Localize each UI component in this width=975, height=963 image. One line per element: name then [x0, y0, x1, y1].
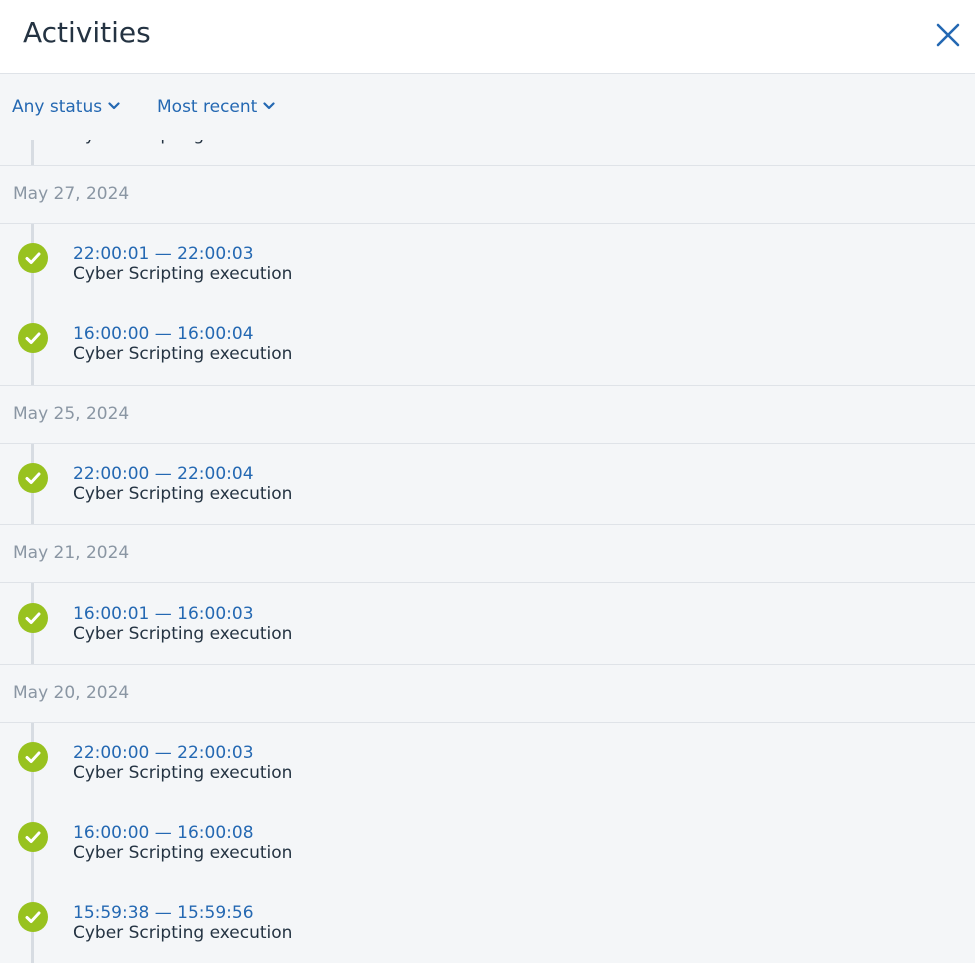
- status-filter-label: Any status: [12, 97, 103, 117]
- date-label: May 21, 2024: [13, 543, 130, 563]
- activity-item[interactable]: 22:00:00 — 22:00:03 Cyber Scripting exec…: [0, 723, 975, 803]
- activity-time-range[interactable]: 16:00:01 — 16:00:03: [73, 604, 254, 624]
- activity-item[interactable]: 16:00:01 — 16:00:03 Cyber Scripting exec…: [0, 584, 975, 664]
- activity-description: Cyber Scripting execution: [73, 624, 293, 644]
- activity-description: Cyber Scripting execution: [73, 264, 293, 284]
- sort-dropdown[interactable]: Most recent: [157, 96, 275, 118]
- activity-description: Cyber Scripting execution: [73, 763, 293, 783]
- activity-description: Cyber Scripting execution: [73, 923, 293, 943]
- activity-description: Cyber Scripting execution: [73, 843, 293, 863]
- success-check-icon: [18, 243, 48, 273]
- sort-label: Most recent: [157, 97, 258, 117]
- success-check-icon: [18, 742, 48, 772]
- date-header: May 25, 2024: [0, 386, 975, 444]
- date-label: May 27, 2024: [13, 184, 130, 204]
- status-filter-dropdown[interactable]: Any status: [12, 96, 120, 118]
- activity-list[interactable]: Cyber Scripting execution May 27, 2024 2…: [0, 0, 975, 963]
- chevron-down-icon: [108, 102, 120, 110]
- success-check-icon: [18, 822, 48, 852]
- activity-time-range[interactable]: 15:59:38 — 15:59:56: [73, 903, 254, 923]
- activity-item[interactable]: 16:00:00 — 16:00:08 Cyber Scripting exec…: [0, 803, 975, 883]
- date-header: May 20, 2024: [0, 665, 975, 723]
- activity-description: Cyber Scripting execution: [73, 344, 293, 364]
- activity-time-range[interactable]: 22:00:01 — 22:00:03: [73, 244, 254, 264]
- success-check-icon: [18, 902, 48, 932]
- activity-item[interactable]: 15:59:38 — 15:59:56 Cyber Scripting exec…: [0, 883, 975, 963]
- activity-group: 22:00:00 — 22:00:03 Cyber Scripting exec…: [0, 723, 975, 963]
- success-check-icon: [18, 603, 48, 633]
- filter-bar: Any status Most recent: [0, 74, 975, 140]
- activity-time-range[interactable]: 22:00:00 — 22:00:04: [73, 464, 254, 484]
- activity-item[interactable]: 16:00:00 — 16:00:04 Cyber Scripting exec…: [0, 304, 975, 384]
- date-label: May 25, 2024: [13, 404, 130, 424]
- date-label: May 20, 2024: [13, 683, 130, 703]
- activity-description: Cyber Scripting execution: [73, 484, 293, 504]
- chevron-down-icon: [263, 102, 275, 110]
- activity-item[interactable]: 22:00:01 — 22:00:03 Cyber Scripting exec…: [0, 224, 975, 304]
- activity-group: 22:00:01 — 22:00:03 Cyber Scripting exec…: [0, 224, 975, 386]
- date-header: May 21, 2024: [0, 525, 975, 583]
- activity-time-range[interactable]: 16:00:00 — 16:00:08: [73, 823, 254, 843]
- activity-group: 22:00:00 — 22:00:04 Cyber Scripting exec…: [0, 444, 975, 525]
- activity-time-range[interactable]: 22:00:00 — 22:00:03: [73, 743, 254, 763]
- activity-item[interactable]: 22:00:00 — 22:00:04 Cyber Scripting exec…: [0, 444, 975, 524]
- success-check-icon: [18, 323, 48, 353]
- activity-group: 16:00:01 — 16:00:03 Cyber Scripting exec…: [0, 583, 975, 665]
- success-check-icon: [18, 463, 48, 493]
- activity-time-range[interactable]: 16:00:00 — 16:00:04: [73, 324, 254, 344]
- date-header: May 27, 2024: [0, 166, 975, 224]
